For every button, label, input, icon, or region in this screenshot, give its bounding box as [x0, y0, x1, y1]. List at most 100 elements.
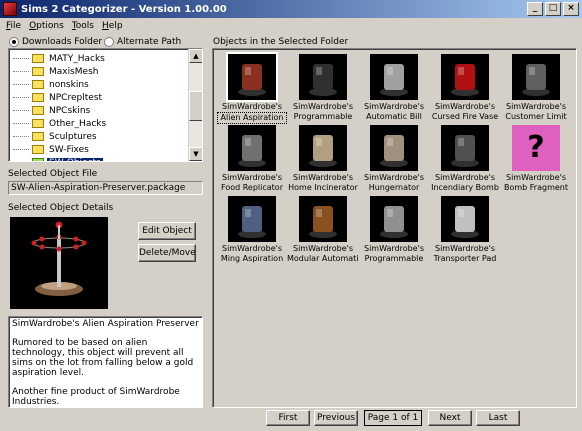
spinner-object-icon	[226, 52, 278, 102]
folder-item[interactable]: NPCskins	[13, 104, 92, 117]
speaker-box-icon	[299, 54, 347, 100]
object-tile[interactable]: SimWardrobe's Transporter Pad	[429, 194, 501, 266]
folder-item[interactable]: Sculptures	[13, 130, 99, 143]
details-label: Selected Object Details	[8, 203, 114, 213]
object-name-line1: SimWardrobe's	[364, 173, 424, 182]
menu-help[interactable]: Help	[98, 21, 127, 31]
object-name-line1: SimWardrobe's	[293, 244, 353, 253]
scroll-down-button[interactable]: ▼	[189, 147, 202, 161]
folder-label: MATY_Hacks	[49, 53, 105, 64]
replicator-icon	[228, 125, 276, 171]
tree-connector	[13, 136, 29, 137]
object-name-line1: SimWardrobe's	[222, 102, 282, 111]
object-name-line2: Transporter Pad	[433, 254, 497, 263]
folder-icon	[32, 106, 44, 115]
hungernator-icon	[370, 125, 418, 171]
first-page-button[interactable]: First	[266, 410, 310, 426]
object-name-line1: SimWardrobe's	[364, 102, 424, 111]
folder-icon	[32, 54, 44, 63]
tree-connector	[13, 97, 29, 98]
object-name-line1: SimWardrobe's	[293, 173, 353, 182]
close-button[interactable]: ×	[563, 2, 579, 16]
transporter-pad-icon	[441, 196, 489, 242]
folder-icon	[32, 119, 44, 128]
downloads-folder-radio[interactable]	[9, 37, 19, 47]
object-tile[interactable]: SimWardrobe's Alien Aspiration	[216, 52, 288, 124]
menu-bar: File Options Tools Help	[0, 18, 582, 34]
description-footer: Another fine product of SimWardrobe Indu…	[12, 387, 180, 407]
wooden-cabinet-icon	[299, 196, 347, 242]
app-icon	[3, 2, 17, 16]
object-name-line1: SimWardrobe's	[435, 173, 495, 182]
folder-item[interactable]: nonskins	[13, 78, 91, 91]
folder-item[interactable]: MaxisMesh	[13, 65, 101, 78]
object-name-line2: Incendiary Bomb	[431, 183, 499, 192]
folder-item[interactable]: SW-Fixes	[13, 143, 91, 156]
object-name-line2: Automatic Bill	[366, 112, 422, 121]
object-name-line2: Cursed Fire Vase	[431, 112, 499, 121]
selected-file-field: SW-Alien-Aspiration-Preserver.package	[8, 181, 203, 195]
previous-page-button[interactable]: Previous	[314, 410, 358, 426]
window-title: Sims 2 Categorizer - Version 1.00.00	[21, 3, 227, 15]
object-name: SimWardrobe's Modular Automatic	[287, 244, 359, 264]
next-page-button[interactable]: Next	[428, 410, 472, 426]
object-name-line1: SimWardrobe's	[364, 244, 424, 253]
folder-label: Other_Hacks	[49, 118, 107, 129]
object-tile[interactable]: SimWardrobe's Food Replicator	[216, 123, 288, 195]
object-tile[interactable]: SimWardrobe's Automatic Bill	[358, 52, 430, 124]
object-name-line2: Customer Limit	[505, 112, 567, 121]
red-vase-icon	[441, 54, 489, 100]
object-name-line1: SimWardrobe's	[293, 102, 353, 111]
menu-tools[interactable]: Tools	[68, 21, 98, 31]
tree-connector	[13, 110, 29, 111]
alternate-path-radio[interactable]	[104, 37, 114, 47]
object-name-line2: Hungernator	[368, 183, 420, 192]
downloads-folder-label: Downloads Folder	[22, 37, 103, 47]
last-page-button[interactable]: Last	[476, 410, 520, 426]
object-name-line1: SimWardrobe's	[222, 244, 282, 253]
object-tile[interactable]: SimWardrobe's Ming Aspiration	[216, 194, 288, 266]
object-tile[interactable]: SimWardrobe's Programmable	[358, 194, 430, 266]
object-name-line2: Bomb Fragment	[503, 183, 568, 192]
folder-icon	[32, 67, 44, 76]
object-tile[interactable]: SimWardrobe's Incendiary Bomb	[429, 123, 501, 195]
open-folder-icon	[32, 158, 44, 161]
selected-file-label: Selected Object File	[8, 169, 98, 179]
object-name-line2: Food Replicator	[221, 183, 283, 192]
object-tile[interactable]: SimWardrobe's Cursed Fire Vase	[429, 52, 501, 124]
object-name: SimWardrobe's Home Incinerator	[287, 173, 359, 193]
description-title: SimWardrobe's Alien Aspiration Preserver	[12, 319, 199, 329]
edit-object-button[interactable]: Edit Object	[138, 222, 196, 240]
maximize-button[interactable]: □	[545, 2, 561, 16]
minimize-button[interactable]: _	[527, 2, 543, 16]
object-name-line2: Programmable	[364, 254, 424, 263]
tree-connector	[13, 84, 29, 85]
object-tile[interactable]: SimWardrobe's Hungernator	[358, 123, 430, 195]
folder-icon	[32, 132, 44, 141]
scroll-up-button[interactable]: ▲	[189, 49, 202, 63]
question-mark-icon: ?	[512, 125, 560, 171]
object-name: SimWardrobe's Ming Aspiration	[216, 244, 288, 264]
menu-options[interactable]: Options	[25, 21, 68, 31]
object-tile[interactable]: SimWardrobe's Home Incinerator	[287, 123, 359, 195]
objects-label: Objects in the Selected Folder	[213, 37, 349, 47]
folder-label: MaxisMesh	[49, 66, 99, 77]
folder-item[interactable]: NPCrepltest	[13, 91, 104, 104]
folder-item[interactable]: Other_Hacks	[13, 117, 108, 130]
delete-move-button[interactable]: Delete/Move	[138, 244, 196, 262]
object-tile[interactable]: SimWardrobe's Programmable	[287, 52, 359, 124]
object-tile[interactable]: SimWardrobe's Modular Automatic	[287, 194, 359, 266]
folder-item[interactable]: MATY_Hacks	[13, 52, 107, 65]
object-tile[interactable]: ? SimWardrobe's Bomb Fragment	[500, 123, 572, 195]
scroll-thumb[interactable]	[189, 91, 202, 121]
object-name-line2: Ming Aspiration	[220, 254, 284, 263]
folder-tree-scrollbar[interactable]: ▲ ▼	[188, 49, 202, 161]
folder-tree[interactable]: MATY_Hacks MaxisMesh nonskins NPCrepltest NP…	[8, 48, 203, 162]
object-tile[interactable]: SimWardrobe's Customer Limit	[500, 52, 572, 124]
incinerator-icon	[299, 125, 347, 171]
menu-file[interactable]: File	[2, 21, 25, 31]
object-name-line1: SimWardrobe's	[222, 173, 282, 182]
folder-item[interactable]: SW-Objects	[13, 156, 103, 161]
folder-icon	[32, 93, 44, 102]
objects-grid: SimWardrobe's Alien Aspiration SimWardrobe…	[212, 48, 577, 408]
